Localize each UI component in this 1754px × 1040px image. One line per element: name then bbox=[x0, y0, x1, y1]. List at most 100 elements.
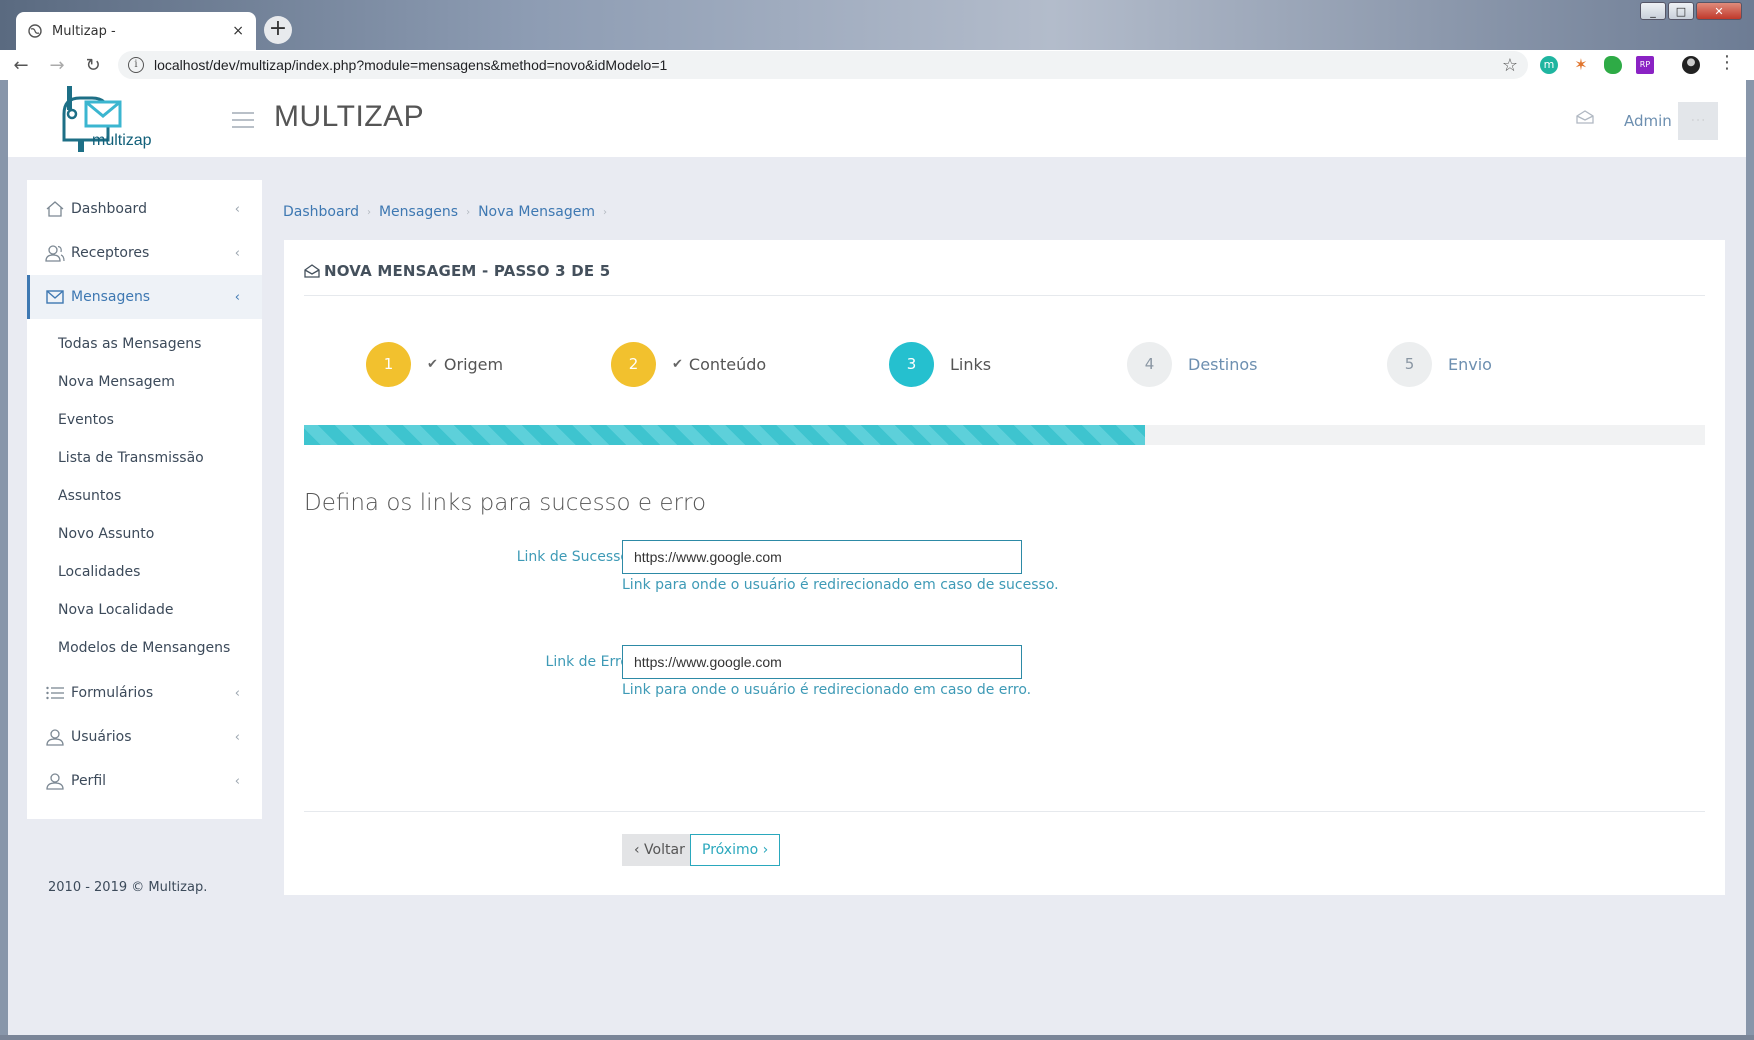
user-icon bbox=[46, 773, 64, 790]
wizard-steps: 1 ✔ Origem 2 ✔ Conteúdo 3 Links 4 Destin… bbox=[284, 342, 1725, 392]
breadcrumb-separator: › bbox=[366, 207, 371, 218]
step-number: 2 bbox=[611, 342, 656, 387]
address-bar[interactable]: i localhost/dev/multizap/index.php?modul… bbox=[118, 51, 1528, 79]
step-links[interactable]: 3 Links bbox=[889, 342, 991, 387]
check-icon: ✔ bbox=[672, 357, 683, 372]
sidebar-item-dashboard[interactable]: Dashboard ‹ bbox=[27, 187, 262, 231]
step-number: 3 bbox=[889, 342, 934, 387]
step-number: 1 bbox=[366, 342, 411, 387]
app-header: multizap MULTIZAP Admin · · · bbox=[8, 80, 1746, 157]
chevron-left-icon: ‹ bbox=[234, 773, 240, 789]
success-link-input[interactable] bbox=[622, 540, 1022, 574]
step-destinos[interactable]: 4 Destinos bbox=[1127, 342, 1257, 387]
step-envio[interactable]: 5 Envio bbox=[1387, 342, 1492, 387]
close-window-button[interactable]: ✕ bbox=[1696, 2, 1742, 20]
success-link-help: Link para onde o usuário é redirecionado… bbox=[622, 577, 1059, 593]
envelope-icon bbox=[46, 290, 64, 304]
submenu-item[interactable]: Lista de Transmissão bbox=[27, 439, 262, 477]
sidebar-item-label: Dashboard bbox=[71, 201, 147, 217]
breadcrumb-mensagens[interactable]: Mensagens bbox=[379, 204, 458, 222]
chevron-left-icon: ‹ bbox=[234, 245, 240, 261]
breadcrumb-separator: › bbox=[603, 207, 608, 218]
back-button[interactable]: ‹ Voltar bbox=[622, 834, 697, 866]
breadcrumb-dashboard[interactable]: Dashboard bbox=[283, 204, 359, 222]
app-title: MULTIZAP bbox=[274, 100, 425, 133]
new-tab-button[interactable]: + bbox=[264, 16, 292, 44]
tab-title: Multizap - bbox=[52, 23, 116, 39]
menu-toggle-icon[interactable] bbox=[232, 112, 254, 133]
sidebar-item-label: Mensagens bbox=[71, 289, 151, 305]
extension-star-icon[interactable]: ✶ bbox=[1572, 56, 1590, 74]
step-conteudo[interactable]: 2 ✔ Conteúdo bbox=[611, 342, 766, 387]
window-controls: _ □ ✕ bbox=[1640, 2, 1742, 20]
step-label: Links bbox=[950, 355, 992, 374]
sidebar-item-perfil[interactable]: Perfil ‹ bbox=[27, 759, 262, 803]
sidebar-item-label: Usuários bbox=[71, 729, 132, 745]
submenu-item[interactable]: Novo Assunto bbox=[27, 515, 262, 553]
minimize-button[interactable]: _ bbox=[1640, 2, 1666, 20]
chevron-left-icon: ‹ bbox=[234, 201, 240, 217]
back-arrow-icon[interactable]: ← bbox=[6, 55, 36, 76]
step-number: 4 bbox=[1127, 342, 1172, 387]
url-text: localhost/dev/multizap/index.php?module=… bbox=[154, 57, 668, 73]
globe-icon bbox=[28, 24, 42, 38]
browser-titlebar: Multizap - × + _ □ ✕ bbox=[0, 0, 1754, 50]
error-link-help: Link para onde o usuário é redirecionado… bbox=[622, 682, 1032, 698]
envelope-open-icon bbox=[304, 264, 320, 278]
progress-fill bbox=[304, 425, 1145, 445]
list-icon bbox=[46, 686, 64, 700]
chevron-left-icon: ‹ bbox=[234, 685, 240, 701]
submenu-item[interactable]: Eventos bbox=[27, 401, 262, 439]
next-button[interactable]: Próximo › bbox=[690, 834, 781, 866]
submenu-item[interactable]: Localidades bbox=[27, 553, 262, 591]
section-title: Defina os links para sucesso e erro bbox=[304, 490, 707, 516]
browser-menu-icon[interactable]: ⋮ bbox=[1718, 52, 1736, 73]
sidebar-item-mensagens[interactable]: Mensagens ‹ bbox=[27, 275, 262, 319]
sidebar-item-usuarios[interactable]: Usuários ‹ bbox=[27, 715, 262, 759]
sidebar-item-receptores[interactable]: Receptores ‹ bbox=[27, 231, 262, 275]
footer-copyright: 2010 - 2019 © Multizap. bbox=[48, 880, 208, 895]
window-border-right bbox=[1746, 80, 1754, 1035]
users-icon bbox=[45, 245, 65, 262]
step-label: Destinos bbox=[1188, 355, 1258, 374]
window-border-left bbox=[0, 80, 8, 1035]
submenu-item[interactable]: Todas as Mensagens bbox=[27, 325, 262, 363]
forward-arrow-icon[interactable]: → bbox=[42, 55, 72, 76]
mensagens-submenu: Todas as Mensagens Nova Mensagem Eventos… bbox=[27, 319, 262, 671]
divider bbox=[304, 811, 1705, 812]
sidebar-item-label: Receptores bbox=[71, 245, 150, 261]
step-origem[interactable]: 1 ✔ Origem bbox=[366, 342, 503, 387]
browser-tab[interactable]: Multizap - × bbox=[16, 12, 256, 50]
error-link-input[interactable] bbox=[622, 645, 1022, 679]
breadcrumb-nova-mensagem[interactable]: Nova Mensagem bbox=[478, 204, 595, 222]
chevron-left-icon: ‹ bbox=[234, 729, 240, 745]
step-label: Envio bbox=[1448, 355, 1492, 374]
chevron-left-icon: ‹ bbox=[234, 289, 240, 305]
submenu-item[interactable]: Nova Mensagem bbox=[27, 363, 262, 401]
profile-avatar-icon[interactable] bbox=[1682, 56, 1700, 74]
sidebar-item-label: Formulários bbox=[71, 685, 154, 701]
submenu-item[interactable]: Assuntos bbox=[27, 477, 262, 515]
envelope-open-icon[interactable] bbox=[1576, 110, 1594, 124]
sidebar: Dashboard ‹ Receptores ‹ Mensagens ‹ Tod… bbox=[27, 180, 262, 819]
app-page: multizap MULTIZAP Admin · · · Dashboard … bbox=[8, 80, 1746, 1035]
success-link-label: Link de Sucesso bbox=[516, 549, 629, 565]
evernote-icon[interactable] bbox=[1604, 56, 1622, 74]
logo-text: multizap bbox=[92, 132, 152, 149]
check-icon: ✔ bbox=[427, 357, 438, 372]
user-name[interactable]: Admin bbox=[1624, 112, 1672, 130]
avatar[interactable]: · · · bbox=[1678, 102, 1718, 140]
submenu-item[interactable]: Modelos de Mensangens bbox=[27, 629, 262, 667]
site-info-icon[interactable]: i bbox=[128, 57, 144, 73]
submenu-item[interactable]: Nova Localidade bbox=[27, 591, 262, 629]
extension-rp-icon[interactable]: RP bbox=[1636, 56, 1654, 74]
sidebar-item-formularios[interactable]: Formulários ‹ bbox=[27, 671, 262, 715]
reload-icon[interactable]: ↻ bbox=[78, 55, 108, 76]
wizard-card: NOVA MENSAGEM - PASSO 3 DE 5 1 ✔ Origem … bbox=[284, 240, 1725, 895]
maximize-button[interactable]: □ bbox=[1668, 2, 1694, 20]
extension-m-icon[interactable]: m bbox=[1540, 56, 1558, 74]
browser-toolbar: ← → ↻ i localhost/dev/multizap/index.php… bbox=[0, 50, 1754, 80]
bookmark-star-icon[interactable]: ☆ bbox=[1502, 55, 1518, 76]
tab-close-icon[interactable]: × bbox=[232, 23, 244, 39]
user-icon bbox=[46, 729, 64, 746]
